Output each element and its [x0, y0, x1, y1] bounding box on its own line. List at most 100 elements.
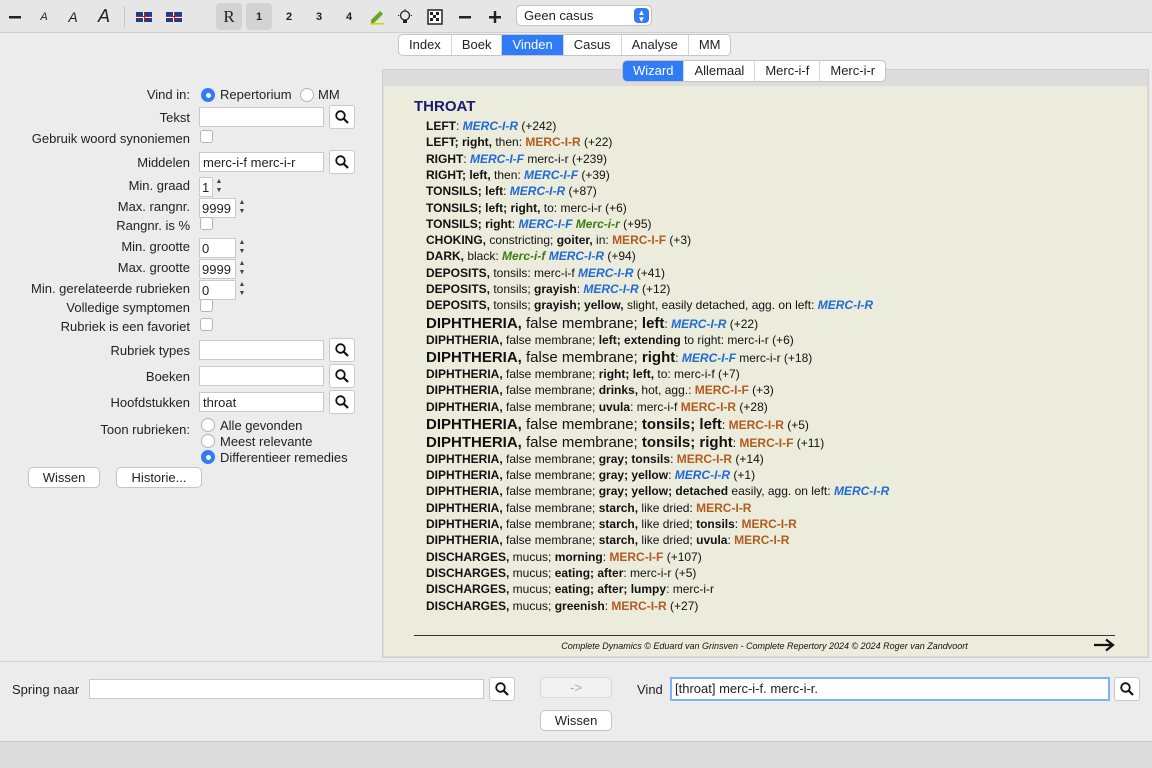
mode-r-button[interactable]: R — [216, 3, 242, 30]
subtab-merc-i-r[interactable]: Merc-i-r — [820, 61, 885, 81]
font-small-button[interactable]: A — [34, 3, 54, 30]
rubriek-types-search-button[interactable] — [329, 338, 355, 362]
radio-repertorium[interactable] — [201, 88, 215, 102]
highlighter-icon[interactable] — [366, 3, 388, 30]
spring-naar-input[interactable] — [89, 679, 484, 699]
radio-mm[interactable] — [300, 88, 314, 102]
subtab-merc-i-f[interactable]: Merc-i-f — [755, 61, 821, 81]
min-grootte-input[interactable]: 0 — [199, 238, 236, 258]
vind-input[interactable]: [throat] merc-i-f. merc-i-r. — [670, 677, 1110, 701]
rubric-row[interactable]: DARK, black: Merc-i-f MERC-I-R (+94) — [426, 249, 636, 263]
vind-search-button[interactable] — [1114, 677, 1140, 701]
tab-casus[interactable]: Casus — [564, 35, 622, 55]
remedy-link[interactable]: MERC-I-R — [525, 135, 580, 149]
rubric-row[interactable]: DIPHTHERIA, false membrane; gray; yellow… — [426, 468, 755, 482]
next-page-arrow-icon[interactable] — [1093, 637, 1115, 655]
remedy-link[interactable]: Merc-i-f — [502, 249, 545, 263]
rubric-row[interactable]: DIPHTHERIA, false membrane; tonsils; lef… — [426, 416, 809, 433]
case-select[interactable]: Geen casus ▲ ▼ — [516, 5, 652, 26]
remedy-link[interactable]: MERC-I-R — [611, 599, 666, 613]
rubric-row[interactable]: DIPHTHERIA, false membrane; right; left,… — [426, 367, 740, 381]
rubric-row[interactable]: DEPOSITS, tonsils; grayish; yellow, slig… — [426, 298, 873, 312]
hoofdstukken-input[interactable]: throat — [199, 392, 324, 412]
subtab-allemaal[interactable]: Allemaal — [684, 61, 756, 81]
hoofdstukken-search-button[interactable] — [329, 390, 355, 414]
subtab-wizard[interactable]: Wizard — [623, 61, 685, 81]
tekst-search-button[interactable] — [329, 105, 355, 129]
rubric-row[interactable]: TONSILS; left: MERC-I-R (+87) — [426, 184, 597, 198]
min-gerel-stepper[interactable]: ▲ ▼ — [237, 280, 247, 298]
min-grootte-stepper[interactable]: ▲ ▼ — [237, 238, 247, 256]
level-2-button[interactable]: 2 — [278, 3, 300, 30]
radio-alle-gevonden[interactable] — [201, 418, 215, 432]
remedy-link[interactable]: MERC-I-R — [549, 249, 604, 263]
go-arrow-button[interactable]: -> — [540, 677, 612, 698]
remedy-link[interactable]: MERC-I-F — [695, 383, 749, 397]
level-3-button[interactable]: 3 — [308, 3, 330, 30]
tab-boek[interactable]: Boek — [452, 35, 503, 55]
remedy-link[interactable]: MERC-I-R — [463, 119, 518, 133]
remedy-link[interactable]: MERC-I-R — [671, 317, 726, 331]
tab-mm[interactable]: MM — [689, 35, 731, 55]
max-grootte-stepper[interactable]: ▲ ▼ — [237, 259, 247, 277]
font-medium-button[interactable]: A — [62, 3, 84, 30]
remedy-link[interactable]: MERC-I-F — [612, 233, 666, 247]
rubric-row[interactable]: TONSILS; right: MERC-I-F Merc-i-r (+95) — [426, 217, 652, 231]
historie-button[interactable]: Historie... — [116, 467, 202, 488]
boeken-input[interactable] — [199, 366, 324, 386]
max-rangnr-stepper[interactable]: ▲ ▼ — [237, 198, 247, 216]
flag-english-icon[interactable] — [134, 3, 154, 30]
rubric-row[interactable]: TONSILS; left; right, to: merc-i-r (+6) — [426, 201, 627, 215]
min-graad-stepper[interactable]: ▲ ▼ — [214, 177, 224, 195]
rubric-row[interactable]: DISCHARGES, mucus; eating; after; lumpy:… — [426, 582, 714, 596]
level-1-button[interactable]: 1 — [246, 3, 272, 30]
remedy-link[interactable]: MERC-I-R — [510, 184, 565, 198]
rubric-row[interactable]: DISCHARGES, mucus; greenish: MERC-I-R (+… — [426, 599, 698, 613]
volledige-checkbox[interactable] — [200, 299, 213, 312]
minus-icon[interactable] — [4, 3, 26, 30]
rubric-row[interactable]: DIPHTHERIA, false membrane; tonsils; rig… — [426, 434, 824, 451]
spring-naar-search-button[interactable] — [489, 677, 515, 701]
chapter-title[interactable]: THROAT — [414, 98, 475, 115]
favoriet-checkbox[interactable] — [200, 318, 213, 331]
rubric-row[interactable]: DIPHTHERIA, false membrane; starch, like… — [426, 533, 789, 547]
rubric-row[interactable]: DIPHTHERIA, false membrane; drinks, hot,… — [426, 383, 774, 397]
rubric-row[interactable]: LEFT; right, then: MERC-I-R (+22) — [426, 135, 612, 149]
middelen-input[interactable]: merc-i-f merc-i-r — [199, 152, 324, 172]
remedy-link[interactable]: MERC-I-R — [675, 468, 730, 482]
remedy-link[interactable]: Merc-i-r — [576, 217, 620, 231]
lightbulb-icon[interactable] — [394, 3, 416, 30]
synoniemen-checkbox[interactable] — [200, 130, 213, 143]
flag-english-alt-icon[interactable] — [164, 3, 184, 30]
rubric-row[interactable]: DIPHTHERIA, false membrane; uvula: merc-… — [426, 400, 768, 414]
font-large-button[interactable]: A — [92, 3, 116, 30]
radio-differentieer[interactable] — [201, 450, 215, 464]
grid-icon[interactable] — [424, 3, 446, 30]
wissen-button[interactable]: Wissen — [28, 467, 100, 488]
remedy-link[interactable]: MERC-I-F — [518, 217, 572, 231]
rubric-row[interactable]: DIPHTHERIA, false membrane; gray; tonsil… — [426, 452, 764, 466]
remedy-link[interactable]: MERC-I-F — [524, 168, 578, 182]
remedy-link[interactable]: MERC-I-F — [609, 550, 663, 564]
remedy-link[interactable]: MERC-I-R — [818, 298, 873, 312]
tab-index[interactable]: Index — [399, 35, 452, 55]
rubriek-types-input[interactable] — [199, 340, 324, 360]
remedy-link[interactable]: MERC-I-R — [583, 282, 638, 296]
remedy-link[interactable]: MERC-I-R — [677, 452, 732, 466]
zoom-in-icon[interactable] — [484, 3, 506, 30]
remedy-link[interactable]: MERC-I-F — [682, 351, 736, 365]
rubric-row[interactable]: CHOKING, constricting; goiter, in: MERC-… — [426, 233, 691, 247]
rubric-row[interactable]: RIGHT: MERC-I-F merc-i-r (+239) — [426, 152, 607, 166]
rubric-row[interactable]: DIPHTHERIA, false membrane; left; extend… — [426, 333, 794, 347]
remedy-link[interactable]: MERC-I-R — [696, 501, 751, 515]
tab-vinden[interactable]: Vinden — [502, 35, 564, 55]
rubric-row[interactable]: RIGHT; left, then: MERC-I-F (+39) — [426, 168, 610, 182]
level-4-button[interactable]: 4 — [338, 3, 360, 30]
bottom-wissen-button[interactable]: Wissen — [540, 710, 612, 731]
remedy-link[interactable]: MERC-I-F — [739, 436, 793, 450]
min-gerel-input[interactable]: 0 — [199, 280, 236, 300]
rubric-row[interactable]: LEFT: MERC-I-R (+242) — [426, 119, 556, 133]
rubric-row[interactable]: DISCHARGES, mucus; morning: MERC-I-F (+1… — [426, 550, 702, 564]
middelen-search-button[interactable] — [329, 150, 355, 174]
zoom-out-icon[interactable] — [454, 3, 476, 30]
